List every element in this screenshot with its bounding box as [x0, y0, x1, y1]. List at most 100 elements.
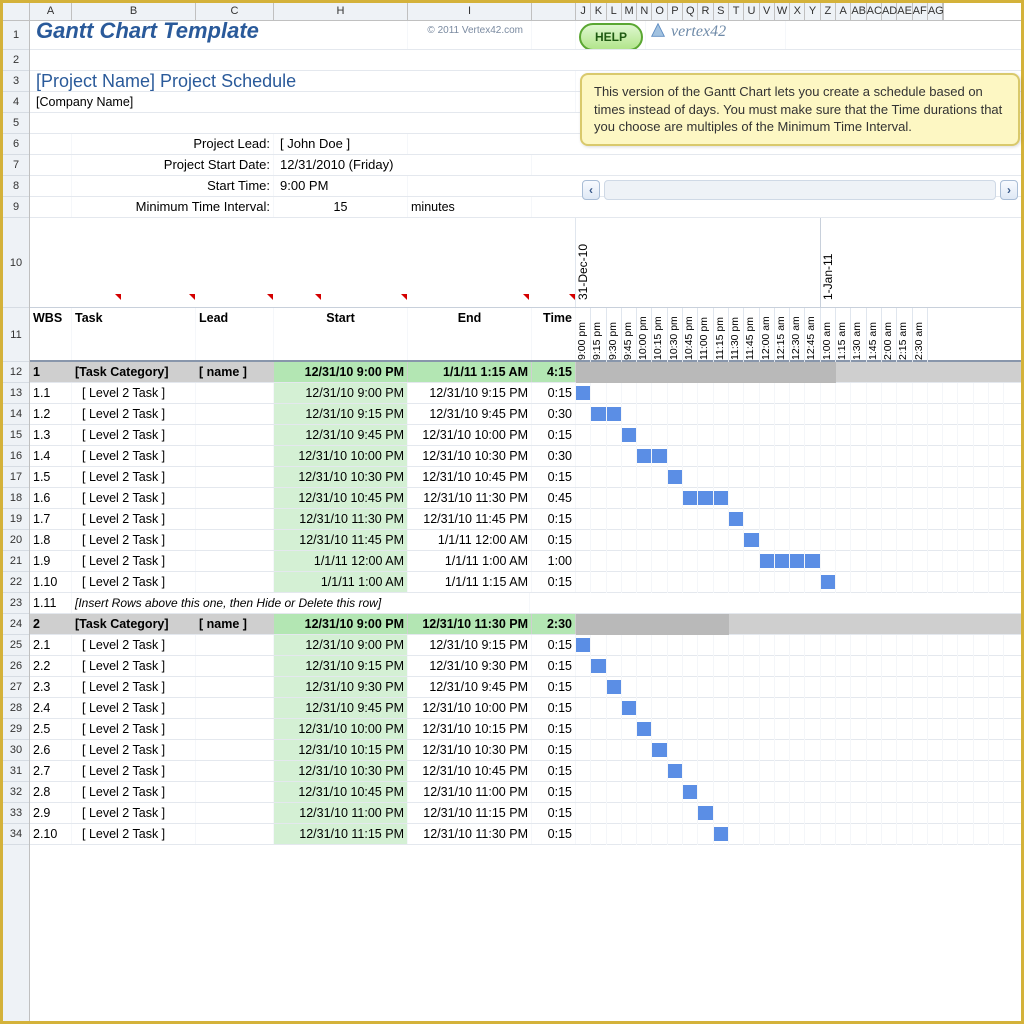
- col-A[interactable]: A: [30, 3, 72, 20]
- task-cell[interactable]: [ Level 2 Task ]: [72, 677, 196, 697]
- end-cell[interactable]: 12/31/10 9:30 PM: [408, 656, 532, 676]
- end-cell[interactable]: 12/31/10 11:15 PM: [408, 803, 532, 823]
- row-16[interactable]: 16: [3, 446, 29, 467]
- start-cell[interactable]: 12/31/10 10:00 PM: [274, 719, 408, 739]
- time-cell[interactable]: 0:15: [532, 761, 576, 781]
- time-cell[interactable]: 0:15: [532, 719, 576, 739]
- wbs-cell[interactable]: 2.10: [30, 824, 72, 844]
- scroll-left-button[interactable]: ‹: [582, 180, 600, 200]
- lead-cell[interactable]: [196, 719, 274, 739]
- time-cell[interactable]: 0:15: [532, 782, 576, 802]
- task-cell[interactable]: [ Level 2 Task ]: [72, 446, 196, 466]
- lead-cell[interactable]: [196, 572, 274, 592]
- start-cell[interactable]: 12/31/10 11:45 PM: [274, 530, 408, 550]
- row-12[interactable]: 12: [3, 362, 29, 383]
- lead-cell[interactable]: [196, 509, 274, 529]
- table-row[interactable]: 2.4[ Level 2 Task ]12/31/10 9:45 PM12/31…: [30, 698, 1021, 719]
- col-U[interactable]: U: [744, 3, 759, 20]
- task-cell[interactable]: [ Level 2 Task ]: [72, 383, 196, 403]
- start-cell[interactable]: 1/1/11 12:00 AM: [274, 551, 408, 571]
- wbs-cell[interactable]: 1.4: [30, 446, 72, 466]
- task-cell[interactable]: [ Level 2 Task ]: [72, 488, 196, 508]
- col-Q[interactable]: Q: [683, 3, 698, 20]
- lead-cell[interactable]: [196, 824, 274, 844]
- start-cell[interactable]: 12/31/10 10:15 PM: [274, 740, 408, 760]
- task-cell[interactable]: [ Level 2 Task ]: [72, 551, 196, 571]
- row-13[interactable]: 13: [3, 383, 29, 404]
- start-cell[interactable]: 12/31/10 9:15 PM: [274, 656, 408, 676]
- wbs-cell[interactable]: 1.9: [30, 551, 72, 571]
- row-8[interactable]: 8: [3, 176, 29, 197]
- end-cell[interactable]: 1/1/11 1:00 AM: [408, 551, 532, 571]
- time-cell[interactable]: 0:15: [532, 656, 576, 676]
- lead-cell[interactable]: [196, 551, 274, 571]
- start-cell[interactable]: 12/31/10 9:45 PM: [274, 698, 408, 718]
- wbs-cell[interactable]: 2.6: [30, 740, 72, 760]
- wbs-cell[interactable]: 1.5: [30, 467, 72, 487]
- task-cell[interactable]: [ Level 2 Task ]: [72, 761, 196, 781]
- end-cell[interactable]: 12/31/10 10:00 PM: [408, 425, 532, 445]
- wbs-cell[interactable]: 1.1: [30, 383, 72, 403]
- lead-cell[interactable]: [196, 425, 274, 445]
- start-cell[interactable]: 12/31/10 10:30 PM: [274, 761, 408, 781]
- row-7[interactable]: 7: [3, 155, 29, 176]
- lead-cell[interactable]: [196, 446, 274, 466]
- lead-cell[interactable]: [196, 656, 274, 676]
- scroll-track[interactable]: [604, 180, 996, 200]
- table-row[interactable]: 2.2[ Level 2 Task ] 12/31/10 9:15 PM12/31…: [30, 656, 1021, 677]
- table-row[interactable]: 2.9[ Level 2 Task ]12/31/10 11:00 PM12/3…: [30, 803, 1021, 824]
- col-I[interactable]: I: [408, 3, 532, 20]
- lead-cell[interactable]: [196, 782, 274, 802]
- task-cell[interactable]: [ Level 2 Task ]: [72, 740, 196, 760]
- end-cell[interactable]: 12/31/10 10:45 PM: [408, 467, 532, 487]
- table-row[interactable]: 1.10[ Level 2 Task ]1/1/11 1:00 AM1/1/11…: [30, 572, 1021, 593]
- min-interval-value[interactable]: 15: [274, 197, 408, 217]
- wbs-cell[interactable]: 2.2: [30, 656, 72, 676]
- col-Z[interactable]: Z: [821, 3, 836, 20]
- time-cell[interactable]: 0:30: [532, 404, 576, 424]
- row-27[interactable]: 27: [3, 677, 29, 698]
- col-V[interactable]: V: [760, 3, 775, 20]
- time-cell[interactable]: 0:15: [532, 425, 576, 445]
- lead-cell[interactable]: [196, 383, 274, 403]
- wbs-cell[interactable]: 1.2: [30, 404, 72, 424]
- lead-cell[interactable]: [196, 677, 274, 697]
- col-R[interactable]: R: [698, 3, 713, 20]
- start-cell[interactable]: 12/31/10 9:45 PM: [274, 425, 408, 445]
- table-row[interactable]: 1.6[ Level 2 Task ]12/31/10 10:45 PM12/3…: [30, 488, 1021, 509]
- start-cell[interactable]: 12/31/10 10:00 PM: [274, 446, 408, 466]
- end-cell[interactable]: 12/31/10 10:15 PM: [408, 719, 532, 739]
- row-17[interactable]: 17: [3, 467, 29, 488]
- start-cell[interactable]: 12/31/10 9:00 PM: [274, 614, 408, 634]
- wbs-cell[interactable]: 1.6: [30, 488, 72, 508]
- col-K[interactable]: K: [591, 3, 606, 20]
- wbs-cell[interactable]: 2.9: [30, 803, 72, 823]
- table-row[interactable]: 2.3[ Level 2 Task ]12/31/10 9:30 PM12/31…: [30, 677, 1021, 698]
- lead-cell[interactable]: [196, 467, 274, 487]
- lead-cell[interactable]: [196, 635, 274, 655]
- col-AG[interactable]: AG: [928, 3, 943, 20]
- col-M[interactable]: M: [622, 3, 637, 20]
- col-AF[interactable]: AF: [913, 3, 928, 20]
- task-cell[interactable]: [ Level 2 Task ]: [72, 656, 196, 676]
- task-cell[interactable]: [ Level 2 Task ]: [72, 782, 196, 802]
- start-cell[interactable]: 12/31/10 11:15 PM: [274, 824, 408, 844]
- wbs-cell[interactable]: 1.7: [30, 509, 72, 529]
- row-9[interactable]: 9: [3, 197, 29, 218]
- row-26[interactable]: 26: [3, 656, 29, 677]
- table-row[interactable]: 1.11[Insert Rows above this one, then Hi…: [30, 593, 1021, 614]
- task-cell[interactable]: [ Level 2 Task ]: [72, 425, 196, 445]
- time-cell[interactable]: 0:15: [532, 635, 576, 655]
- wbs-cell[interactable]: 2.4: [30, 698, 72, 718]
- table-row[interactable]: 1.3[ Level 2 Task ]12/31/10 9:45 PM12/31…: [30, 425, 1021, 446]
- start-cell[interactable]: 12/31/10 9:00 PM: [274, 635, 408, 655]
- end-cell[interactable]: 12/31/10 9:45 PM: [408, 677, 532, 697]
- row-31[interactable]: 31: [3, 761, 29, 782]
- row-5[interactable]: 5: [3, 113, 29, 134]
- time-cell[interactable]: 0:15: [532, 740, 576, 760]
- wbs-cell[interactable]: 1: [30, 362, 72, 382]
- col-AE[interactable]: AE: [897, 3, 912, 20]
- task-cell[interactable]: [ Level 2 Task ]: [72, 467, 196, 487]
- row-10[interactable]: 10: [3, 218, 29, 308]
- lead-cell[interactable]: [196, 530, 274, 550]
